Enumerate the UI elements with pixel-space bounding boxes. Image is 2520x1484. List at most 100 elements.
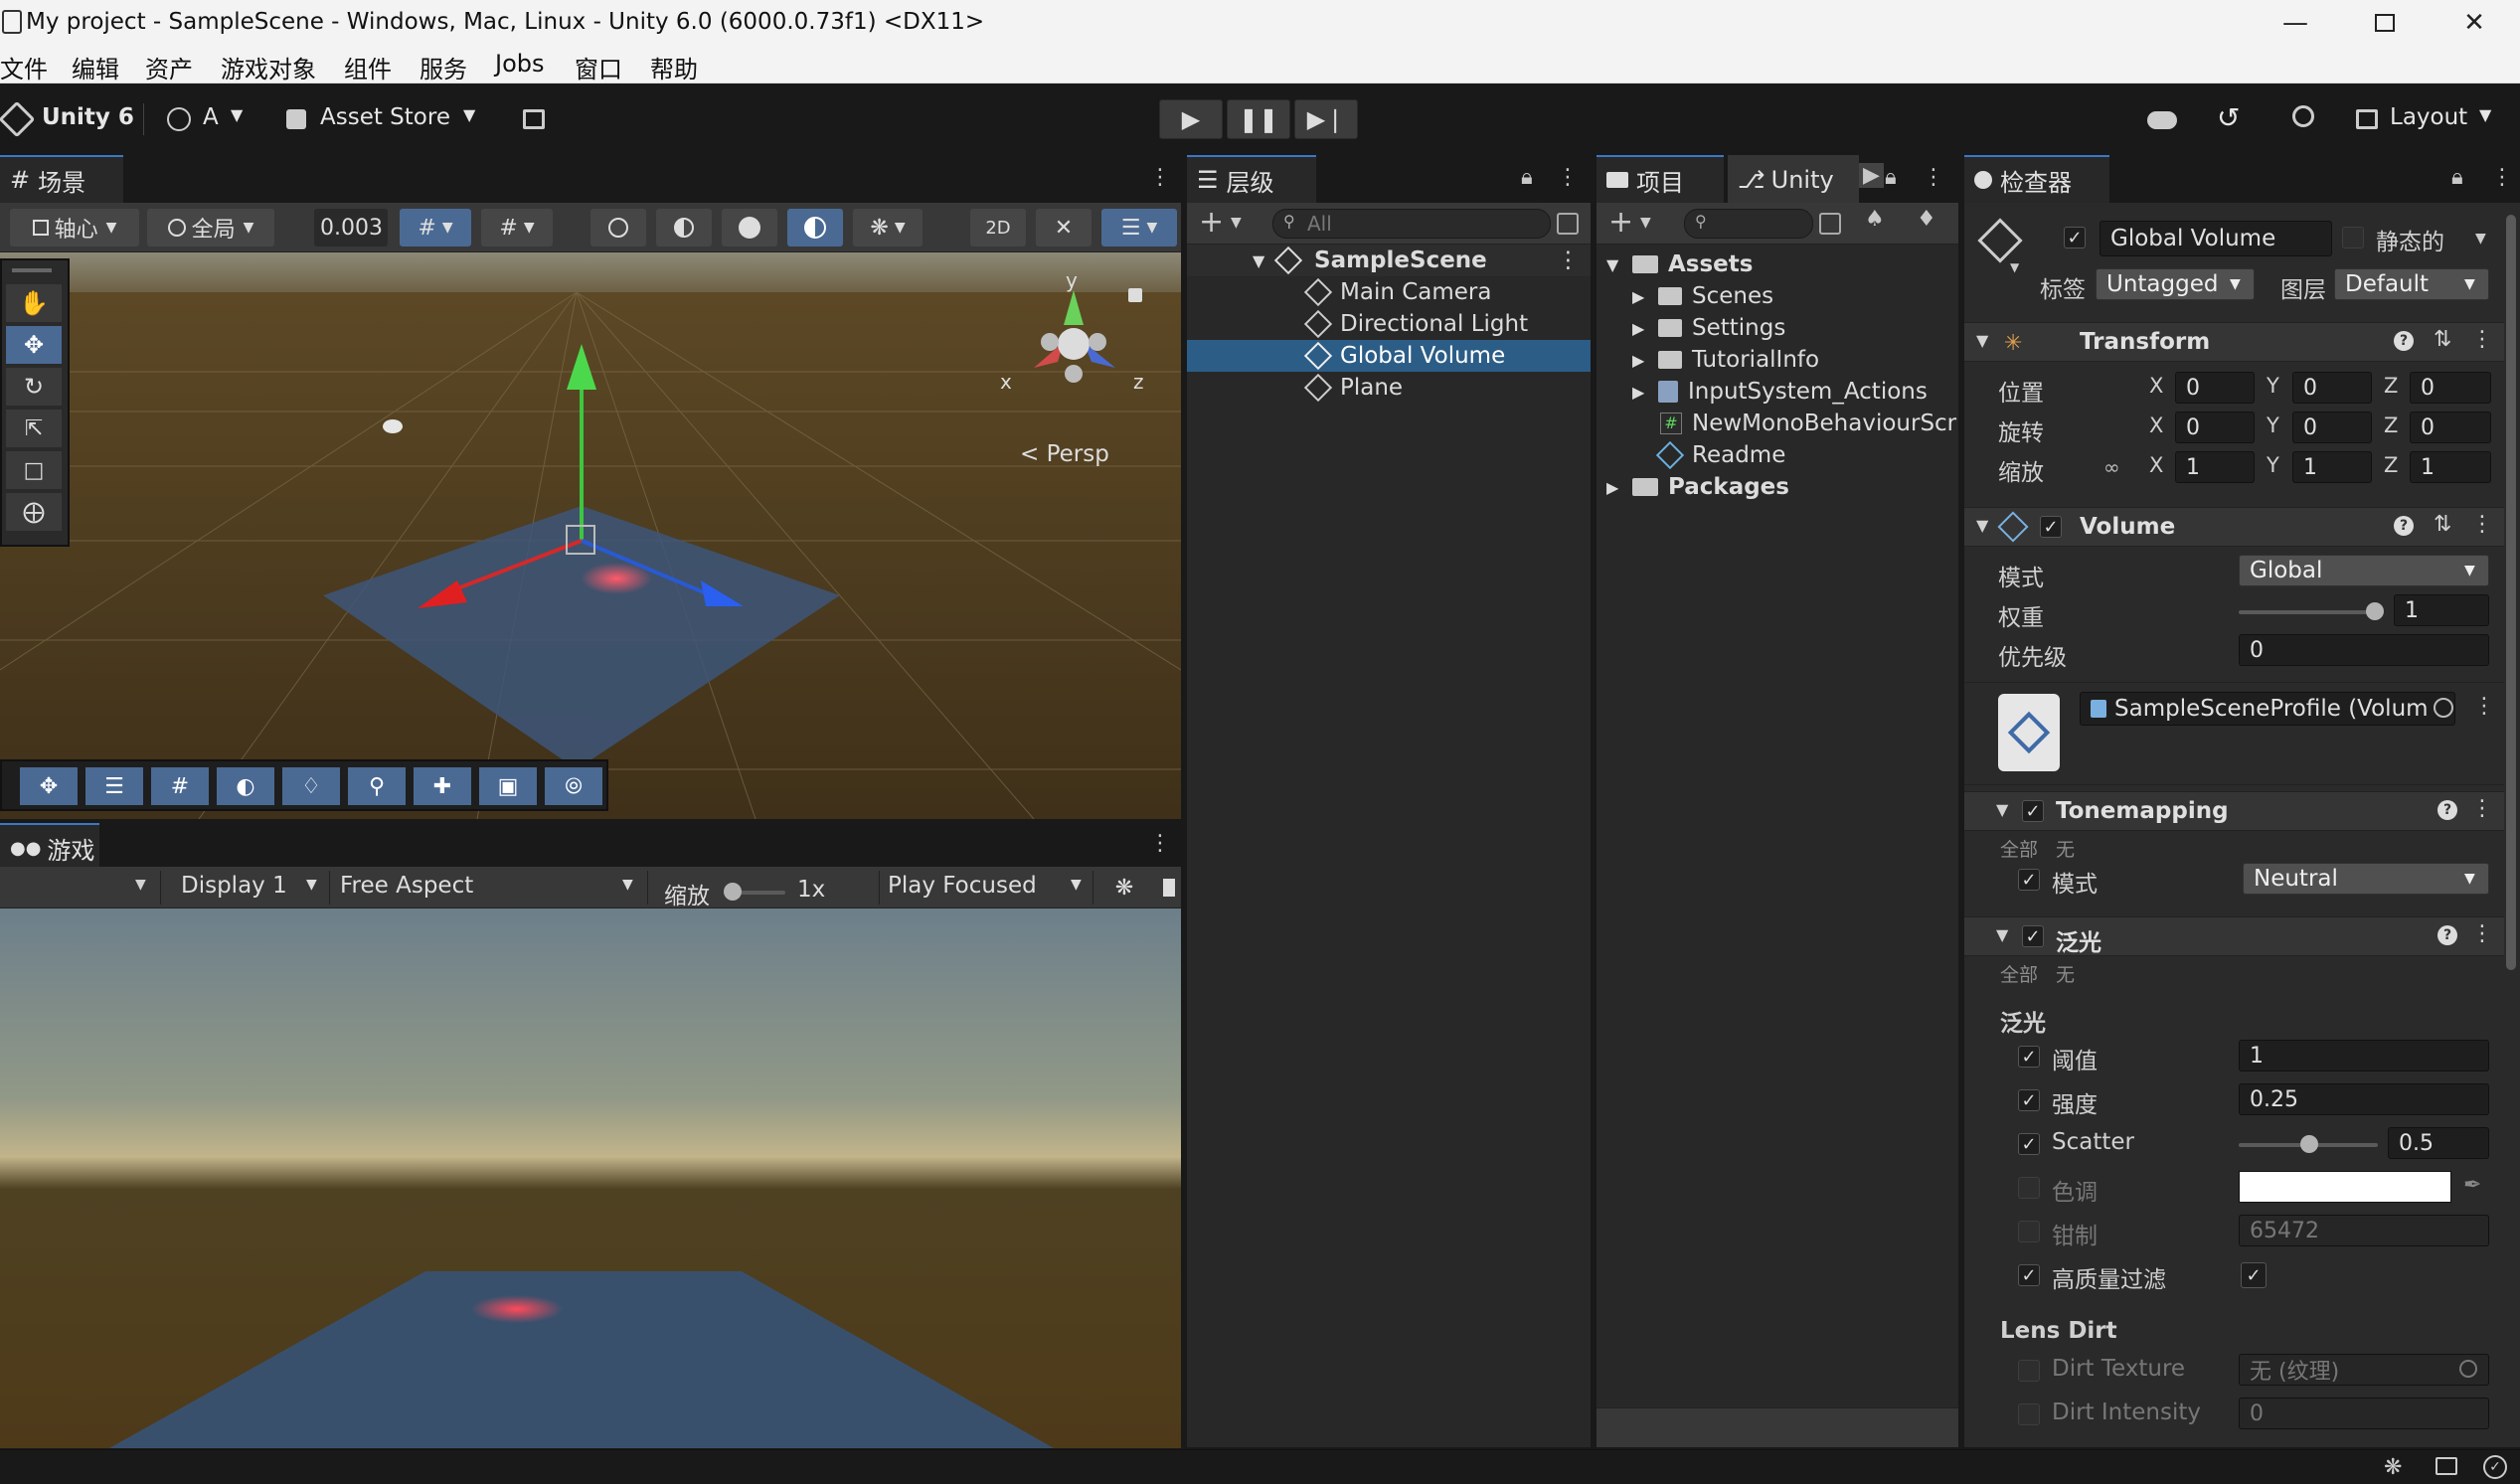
clamp-field[interactable]: 65472 <box>2239 1215 2489 1246</box>
dirt-intensity-override[interactable] <box>2018 1403 2040 1425</box>
tab-unity-version-control[interactable]: ⎇ Unity <box>1728 155 1859 203</box>
menu-file[interactable]: 文件 <box>0 50 48 84</box>
camera-overlay-button[interactable]: ▣ <box>479 767 537 805</box>
aspect-dropdown[interactable]: Free Aspect ▼ <box>332 871 648 905</box>
scene-root-row[interactable]: ▼ SampleScene ⋮ <box>1187 245 1591 276</box>
search-options-icon[interactable] <box>1819 213 1841 235</box>
debug-draw-dropdown[interactable]: ❋ ▼ <box>853 209 923 247</box>
scene-more-icon[interactable]: ⋮ <box>1557 247 1580 273</box>
toggle-audio-button[interactable]: ✕ <box>1036 209 1092 247</box>
draw-mode-shaded-wireframe[interactable] <box>656 209 712 247</box>
search-icon[interactable] <box>2292 105 2314 127</box>
tonemapping-header[interactable]: ▼ ✓ Tonemapping ? ⋮ <box>1964 791 2504 831</box>
object-name-field[interactable]: Global Volume <box>2100 221 2332 256</box>
game-viewport[interactable] <box>0 908 1181 1448</box>
rotation-z-field[interactable]: 0 <box>2410 412 2491 443</box>
active-checkbox[interactable]: ✓ <box>2064 227 2086 248</box>
tab-game[interactable]: ●● 游戏 <box>0 823 99 871</box>
toggle-2d-button[interactable]: 2D <box>970 209 1026 247</box>
help-icon[interactable]: ? <box>2394 331 2414 351</box>
tab-inspector[interactable]: 检查器 <box>1964 155 2109 203</box>
grid-snap-toggle[interactable]: # ▼ <box>400 209 471 247</box>
tree-item-readme[interactable]: Readme <box>1596 439 1958 471</box>
scale-tool-button[interactable]: ⇱ <box>6 410 62 447</box>
menu-window[interactable]: 窗口 <box>575 50 622 84</box>
play-button[interactable]: ▶ <box>1159 99 1223 139</box>
tree-item-scenes[interactable]: ▶ Scenes <box>1596 280 1958 312</box>
tonemapping-mode-override[interactable]: ✓ <box>2018 869 2040 891</box>
layout-dropdown[interactable]: Layout <box>2390 104 2467 130</box>
network-icon[interactable] <box>2436 1457 2457 1475</box>
lighting-overlay-button[interactable]: ◐ <box>217 767 274 805</box>
maximize-button[interactable] <box>2340 0 2430 46</box>
tonemapping-enabled-checkbox[interactable]: ✓ <box>2022 800 2044 822</box>
menu-gameobject[interactable]: 游戏对象 <box>221 50 316 84</box>
component-more-icon[interactable]: ⋮ <box>2471 921 2493 946</box>
clamp-override[interactable] <box>2018 1221 2040 1242</box>
draw-mode-unlit[interactable] <box>787 209 843 247</box>
project-create-button[interactable]: + <box>1608 205 1633 240</box>
bloom-header[interactable]: ▼ ✓ 泛光 ? ⋮ <box>1964 916 2504 956</box>
archive-icon[interactable] <box>523 109 545 129</box>
tree-item-packages[interactable]: ▶ Packages <box>1596 471 1958 503</box>
scale-slider-knob[interactable] <box>724 883 742 901</box>
tab-hierarchy[interactable]: ☰ 层级 <box>1187 155 1316 203</box>
lock-icon[interactable]: 🔒︎ <box>1521 165 1533 190</box>
volume-mode-dropdown[interactable]: Global ▼ <box>2239 555 2489 586</box>
inspector-more-icon[interactable]: ⋮ <box>2491 165 2513 190</box>
rotation-y-field[interactable]: 0 <box>2292 412 2372 443</box>
mute-audio-icon[interactable] <box>1163 879 1175 897</box>
project-more-icon[interactable]: ⋮ <box>1923 165 1944 190</box>
tag-dropdown[interactable]: Untagged ▼ <box>2096 268 2255 300</box>
scatter-slider-knob[interactable] <box>2300 1135 2318 1153</box>
tint-override[interactable] <box>2018 1177 2040 1199</box>
tree-item-newmonobehaviour[interactable]: # NewMonoBehaviourScr <box>1596 408 1958 439</box>
presets-icon[interactable]: ⇅ <box>2434 512 2451 537</box>
help-icon[interactable]: ? <box>2437 925 2457 945</box>
tree-item-tutorialinfo[interactable]: ▶ TutorialInfo <box>1596 344 1958 376</box>
grid-snapping-button[interactable]: # <box>151 767 209 805</box>
progress-check-icon[interactable]: ✓ <box>2483 1455 2507 1479</box>
scene-more-icon[interactable]: ⋮ <box>1149 165 1171 190</box>
draw-mode-shaded[interactable] <box>722 209 777 247</box>
global-dropdown[interactable]: 全局 ▼ <box>147 209 274 247</box>
constrain-proportions-icon[interactable]: ∞ <box>2103 455 2120 479</box>
layers-overlay-button[interactable]: ♢ <box>282 767 340 805</box>
weight-field[interactable]: 1 <box>2394 594 2489 626</box>
tonemapping-mode-dropdown[interactable]: Neutral ▼ <box>2243 863 2489 895</box>
pivot-dropdown[interactable]: 轴心 ▼ <box>10 209 139 247</box>
intensity-override[interactable]: ✓ <box>2018 1089 2040 1111</box>
transform-tool-button[interactable]: ⨁ <box>6 493 62 531</box>
pause-button[interactable]: ❚❚ <box>1227 99 1290 139</box>
profile-object-field[interactable]: SampleSceneProfile (Volum <box>2080 692 2455 726</box>
position-x-field[interactable]: 0 <box>2175 372 2255 404</box>
scrollbar-thumb[interactable] <box>2506 215 2516 970</box>
hierarchy-item-main-camera[interactable]: Main Camera <box>1187 276 1591 308</box>
rotate-tool-button[interactable]: ↻ <box>6 368 62 406</box>
search-overlay-button[interactable]: ⚲ <box>348 767 406 805</box>
tonemapping-none-button[interactable]: 无 <box>2056 835 2075 862</box>
tool-settings-button[interactable]: ☰ <box>85 767 143 805</box>
transform-header[interactable]: ▼ ✳ Transform ? ⇅ ⋮ <box>1964 322 2504 362</box>
menu-services[interactable]: 服务 <box>420 50 467 84</box>
tab-overflow-icon[interactable]: ▶ <box>1859 163 1884 188</box>
bug-icon[interactable]: ❋ <box>1105 873 1143 903</box>
intensity-field[interactable]: 0.25 <box>2239 1083 2489 1115</box>
dirt-texture-field[interactable]: 无 (纹理) <box>2239 1354 2489 1386</box>
lock-icon[interactable]: 🔒︎ <box>2451 165 2463 190</box>
palette-grip[interactable] <box>12 268 52 272</box>
rotation-x-field[interactable]: 0 <box>2175 412 2255 443</box>
step-button[interactable]: ▶❘ <box>1294 99 1358 139</box>
hierarchy-item-global-volume[interactable]: Global Volume <box>1187 340 1591 372</box>
history-icon[interactable]: ↺ <box>2217 101 2240 134</box>
inspector-scrollbar[interactable] <box>2504 205 2518 1447</box>
position-z-field[interactable]: 0 <box>2410 372 2491 404</box>
weight-slider-track[interactable] <box>2239 610 2378 614</box>
component-more-icon[interactable]: ⋮ <box>2471 796 2493 821</box>
tree-item-inputsystem-actions[interactable]: ▶ InputSystem_Actions <box>1596 376 1958 408</box>
static-checkbox[interactable] <box>2342 227 2364 248</box>
volume-header[interactable]: ▼ ✓ Volume ? ⇅ ⋮ <box>1964 507 2504 547</box>
help-icon[interactable]: ? <box>2394 516 2414 536</box>
scene-gizmos-toggle[interactable]: ☰ ▼ <box>1101 209 1177 247</box>
snap-increment-field[interactable]: 0.003 <box>314 209 388 247</box>
